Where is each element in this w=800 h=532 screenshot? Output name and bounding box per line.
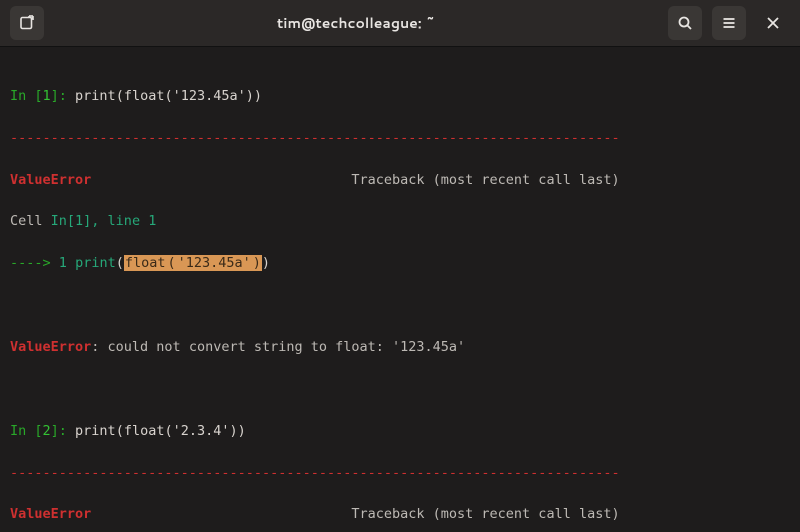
menu-icon — [721, 15, 737, 31]
close-icon — [766, 16, 780, 30]
terminal-output[interactable]: In [1]: print(float('123.45a')) --------… — [0, 47, 800, 532]
blank-line — [10, 295, 790, 316]
search-button[interactable] — [668, 6, 702, 40]
traceback-header: ValueError Traceback (most recent call l… — [10, 170, 790, 191]
traceback-cell: Cell In[1], line 1 — [10, 211, 790, 232]
new-tab-icon — [19, 15, 35, 31]
titlebar: tim@techcolleague: ~ — [0, 0, 800, 47]
menu-button[interactable] — [712, 6, 746, 40]
prompt-line: In [2]: print(float('2.3.4')) — [10, 421, 790, 442]
traceback-code: ----> 1 print(float('123.45a')) — [10, 253, 790, 274]
traceback-divider: ----------------------------------------… — [10, 463, 790, 484]
new-tab-button[interactable] — [10, 6, 44, 40]
traceback-divider: ----------------------------------------… — [10, 128, 790, 149]
blank-line — [10, 379, 790, 400]
prompt-line: In [1]: print(float('123.45a')) — [10, 86, 790, 107]
window-title: tim@techcolleague: ~ — [54, 13, 658, 33]
search-icon — [677, 15, 693, 31]
error-message: ValueError: could not convert string to … — [10, 337, 790, 358]
traceback-header: ValueError Traceback (most recent call l… — [10, 504, 790, 525]
close-button[interactable] — [756, 6, 790, 40]
